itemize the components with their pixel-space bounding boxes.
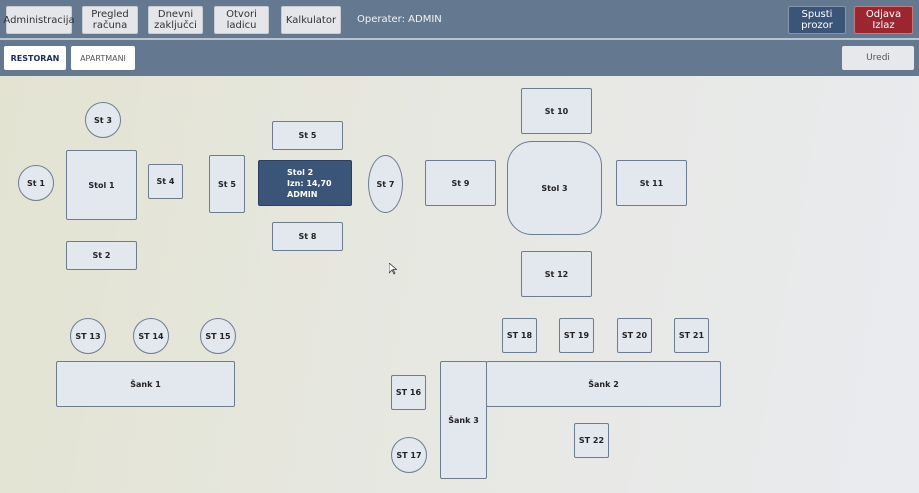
tab-apartmani[interactable]: APARTMANI	[71, 46, 135, 70]
table-st1[interactable]: St 1	[18, 165, 54, 201]
table-st16[interactable]: ST 16	[391, 375, 426, 410]
table-st15[interactable]: ST 15	[200, 318, 236, 354]
table-stol2-selected[interactable]: Stol 2 Izn: 14,70 ADMIN	[258, 160, 352, 206]
logout-exit-button[interactable]: Odjava Izlaz	[854, 6, 913, 34]
table-stol3[interactable]: Stol 3	[507, 141, 602, 235]
table-stol1[interactable]: Stol 1	[66, 150, 137, 220]
table-st2[interactable]: St 2	[66, 241, 137, 270]
operator-label: Operater: ADMIN	[357, 14, 442, 25]
review-bills-button[interactable]: Pregled računa	[82, 6, 138, 34]
minimize-window-button[interactable]: Spusti prozor	[788, 6, 846, 34]
daily-closings-button[interactable]: Dnevni zaključci	[148, 6, 203, 34]
mouse-cursor-icon	[389, 263, 397, 275]
bar-sank3[interactable]: Šank 3	[440, 361, 487, 479]
bar-sank2[interactable]: Šank 2	[486, 361, 721, 407]
table-st19[interactable]: ST 19	[559, 318, 594, 353]
table-st7[interactable]: St 7	[368, 155, 403, 213]
table-st18[interactable]: ST 18	[502, 318, 537, 353]
table-st12[interactable]: St 12	[521, 251, 592, 297]
table-st10[interactable]: St 10	[521, 88, 592, 134]
bar-sank1[interactable]: Šank 1	[56, 361, 235, 407]
table-st5-top[interactable]: St 5	[272, 121, 343, 150]
table-st3[interactable]: St 3	[85, 102, 121, 138]
calculator-button[interactable]: Kalkulator	[281, 6, 341, 34]
table-amount: Izn: 14,70	[287, 178, 332, 188]
table-st14[interactable]: ST 14	[133, 318, 169, 354]
open-drawer-button[interactable]: Otvori ladicu	[214, 6, 269, 34]
administration-button[interactable]: Administracija	[3, 6, 75, 34]
table-st5-left[interactable]: St 5	[209, 155, 245, 213]
table-name: Stol 2	[287, 167, 314, 177]
table-st8[interactable]: St 8	[272, 222, 343, 251]
edit-button[interactable]: Uredi	[842, 46, 914, 70]
table-st22[interactable]: ST 22	[574, 423, 609, 458]
table-st9[interactable]: St 9	[425, 160, 496, 206]
section-bar	[0, 40, 919, 76]
table-st20[interactable]: ST 20	[617, 318, 652, 353]
tab-restoran[interactable]: RESTORAN	[4, 46, 66, 70]
table-st4[interactable]: St 4	[148, 164, 183, 199]
table-st11[interactable]: St 11	[616, 160, 687, 206]
table-st21[interactable]: ST 21	[674, 318, 709, 353]
table-st17[interactable]: ST 17	[391, 437, 427, 473]
table-user: ADMIN	[287, 189, 318, 199]
table-st13[interactable]: ST 13	[70, 318, 106, 354]
